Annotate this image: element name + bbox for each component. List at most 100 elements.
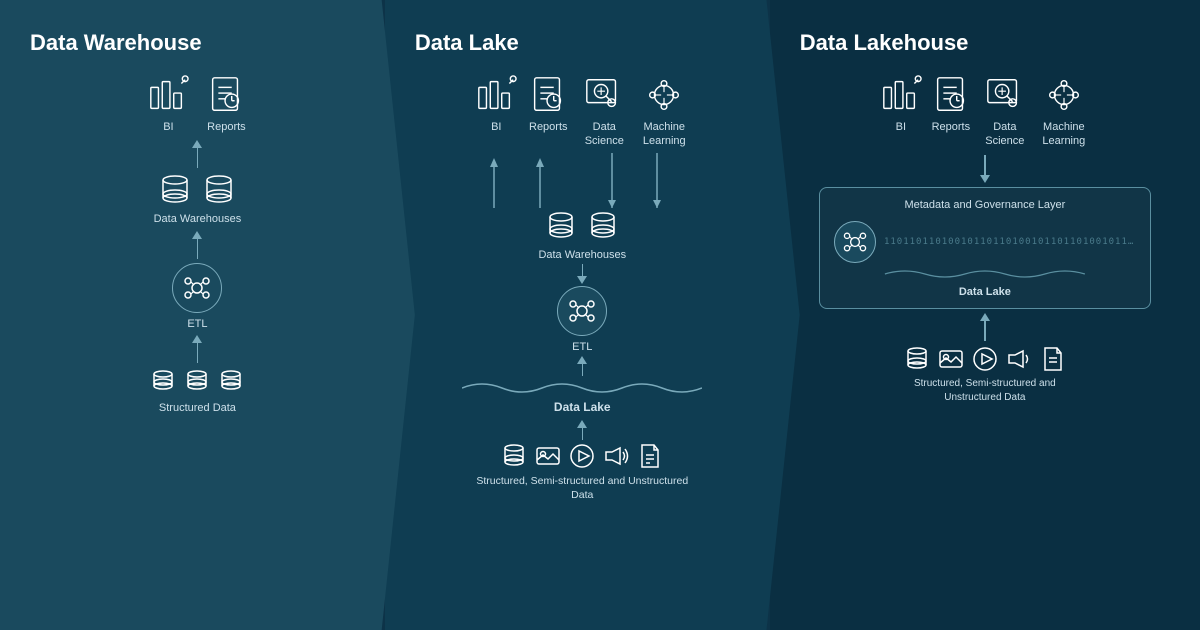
dl-structured-label: Structured, Semi-structured and Unstruct… (472, 474, 692, 503)
dl-ml-icon (643, 74, 685, 116)
dl-connector-lines (452, 153, 712, 208)
dw-arrow-3 (192, 335, 202, 363)
dw-structured-label: Structured Data (159, 401, 236, 415)
dl-ml-label: Machine Learning (639, 120, 689, 149)
dl-datalake-label: Data Lake (554, 400, 611, 416)
etl-icon (172, 263, 222, 313)
dlh-reports-icon (930, 74, 972, 116)
dlh-datascience-box: Data Science (980, 74, 1030, 149)
dlh-arrowhead-1 (980, 175, 990, 183)
dlh-etl-icon (834, 221, 876, 263)
dl-bi-label: BI (491, 120, 501, 134)
dl-title: Data Lake (405, 30, 519, 56)
dl-db-icon (500, 442, 528, 470)
dlh-ml-label: Machine Learning (1038, 120, 1090, 149)
dlh-datascience-label: Data Science (980, 120, 1030, 149)
arrow-line-2 (197, 239, 199, 259)
dlh-metadata-box: Metadata and Governance Layer (819, 187, 1151, 309)
dl-warehouses-row (544, 210, 620, 244)
dl-warehouses-box: Data Warehouses (538, 210, 626, 262)
dlh-binary-text: 1101101101001011011010010110110100101101… (884, 236, 1136, 249)
dl-top-icons: BI Reports (475, 74, 689, 149)
dl-etl-box: ETL (557, 286, 607, 354)
dl-arrow-down-1 (577, 264, 587, 284)
dw-data-icons (148, 367, 246, 397)
dlh-title: Data Lakehouse (790, 30, 969, 56)
dlh-content: BI Reports (790, 74, 1180, 405)
dlh-top-icons: BI Reports (880, 74, 1090, 149)
arrow-head-2 (192, 231, 202, 239)
dl-image-icon (534, 442, 562, 470)
dw-arrow-1 (192, 140, 202, 168)
dlh-metadata-label: Metadata and Governance Layer (834, 198, 1136, 213)
dw-reports-icon-box: Reports (205, 74, 247, 134)
warehouse-icon-2 (201, 172, 237, 208)
dl-arrowhead-up2 (577, 420, 587, 428)
dlh-reports-box: Reports (930, 74, 972, 149)
dl-warehouse-2 (586, 210, 620, 244)
dl-data-icons (500, 442, 664, 470)
dlh-image-icon (937, 345, 965, 373)
dl-line-1 (582, 264, 584, 276)
dlh-arrowhead-up (980, 313, 990, 321)
data-lakehouse-section: Data Lakehouse BI (770, 0, 1200, 630)
dlh-structured-box: Structured, Semi-structured and Unstruct… (885, 345, 1085, 405)
dl-reports-label: Reports (529, 120, 568, 134)
dlh-ml-box: Machine Learning (1038, 74, 1090, 149)
dw-reports-label: Reports (207, 120, 246, 134)
dl-line-up (582, 364, 584, 376)
dl-video-icon (568, 442, 596, 470)
dl-warehouses-label: Data Warehouses (538, 248, 626, 262)
db-icon-2 (182, 367, 212, 397)
arrow-head-1 (192, 140, 202, 148)
dlh-structured-label: Structured, Semi-structured and Unstruct… (885, 377, 1085, 405)
dlh-db-icon (903, 345, 931, 373)
arrow-head-3 (192, 335, 202, 343)
dl-warehouse-1 (544, 210, 578, 244)
dw-warehouses-label: Data Warehouses (154, 212, 242, 226)
warehouse-icon-1 (157, 172, 193, 208)
dw-arrow-2 (192, 231, 202, 259)
dl-reports-box: Reports (527, 74, 569, 149)
dlh-arrow-up (980, 313, 990, 341)
dl-bi-icon (475, 74, 517, 116)
dl-line-up2 (582, 428, 584, 440)
dlh-line-1 (984, 155, 986, 175)
reports-icon (205, 74, 247, 116)
dl-datascience-box: Data Science (579, 74, 629, 149)
dlh-ml-icon (1043, 74, 1085, 116)
dl-datascience-label: Data Science (579, 120, 629, 149)
dl-bi-box: BI (475, 74, 517, 149)
dw-top-icons: BI Reports (147, 74, 247, 134)
dlh-doc-icon (1039, 345, 1067, 373)
dlh-datascience-icon (984, 74, 1026, 116)
data-lake-section: Data Lake BI (385, 0, 800, 630)
dl-structured-box: Structured, Semi-structured and Unstruct… (472, 442, 692, 503)
dw-structured-icon-box: Structured Data (148, 367, 246, 415)
dl-audio-icon (602, 442, 630, 470)
dlh-video-icon (971, 345, 999, 373)
dl-reports-icon (527, 74, 569, 116)
dl-etl-icon (557, 286, 607, 336)
dl-content: BI Reports (405, 74, 760, 503)
dl-datascience-icon (583, 74, 625, 116)
dlh-reports-label: Reports (932, 120, 971, 134)
dlh-inner-lake-label: Data Lake (834, 286, 1136, 298)
dl-arrow-up-1 (577, 356, 587, 376)
dw-bi-icon-box: BI (147, 74, 189, 134)
dl-doc-icon (636, 442, 664, 470)
data-warehouse-section: Data Warehouse BI (0, 0, 415, 630)
dl-arrow-head-1 (577, 276, 587, 284)
dw-etl-icon-box: ETL (172, 263, 222, 331)
dlh-audio-icon (1005, 345, 1033, 373)
dl-ml-box: Machine Learning (639, 74, 689, 149)
dlh-arrow-down (980, 155, 990, 183)
dw-title: Data Warehouse (20, 30, 202, 56)
arrow-line-1 (197, 148, 199, 168)
arrow-line-3 (197, 343, 199, 363)
dl-wavy-line (462, 378, 702, 398)
db-icon-3 (216, 367, 246, 397)
dl-arrowhead-up (577, 356, 587, 364)
warehouses-row (157, 172, 237, 208)
dw-bi-label: BI (163, 120, 173, 134)
